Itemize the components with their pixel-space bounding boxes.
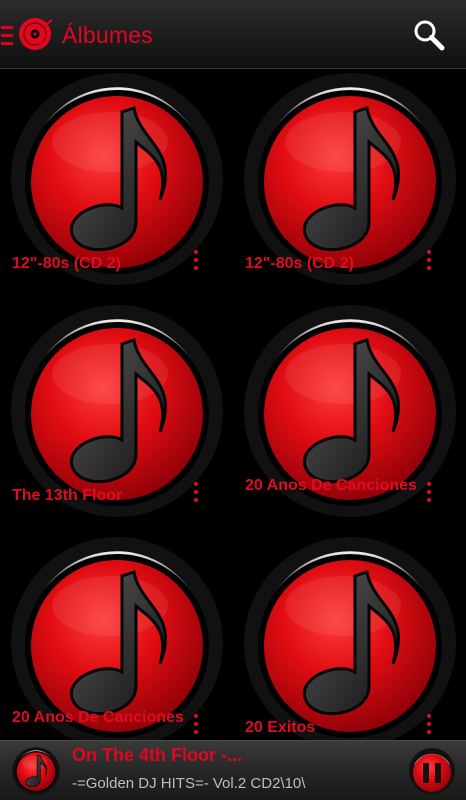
album-title: 12"-80s (CD 2) <box>245 255 354 272</box>
hamburger-menu-icon[interactable] <box>1 26 13 46</box>
more-options-icon[interactable] <box>423 482 435 508</box>
pause-icon[interactable] <box>408 747 456 795</box>
album-grid: 12"-80s (CD 2) 12"-80s (CD 2) The 13th F… <box>0 68 466 740</box>
album-tile[interactable]: 20 Exitos <box>233 532 466 764</box>
album-tile[interactable]: 20 Anos De Canciones <box>233 300 466 532</box>
album-tile[interactable]: 12"-80s (CD 2) <box>233 68 466 300</box>
album-title: The 13th Floor <box>12 487 123 504</box>
more-options-icon[interactable] <box>190 482 202 508</box>
album-title: 20 Anos De Canciones <box>12 709 184 726</box>
now-playing-subtitle: -=Golden DJ HITS=- Vol.2 CD2\10\ <box>72 775 306 792</box>
now-playing-art-icon[interactable] <box>12 747 60 795</box>
album-tile[interactable]: 12"-80s (CD 2) <box>0 68 233 300</box>
album-title: 12"-80s (CD 2) <box>12 255 121 272</box>
album-title: 20 Anos De Canciones <box>245 477 417 494</box>
more-options-icon[interactable] <box>423 250 435 276</box>
album-title: 20 Exitos <box>245 719 316 736</box>
page-title: Álbumes <box>62 22 153 48</box>
search-icon[interactable] <box>412 18 446 52</box>
now-playing-bar[interactable]: On The 4th Floor -... -=Golden DJ HITS=-… <box>0 740 466 800</box>
more-options-icon[interactable] <box>423 714 435 740</box>
more-options-icon[interactable] <box>190 714 202 740</box>
album-tile[interactable]: 20 Anos De Canciones <box>0 532 233 764</box>
now-playing-title: On The 4th Floor -... <box>72 745 242 765</box>
album-tile[interactable]: The 13th Floor <box>0 300 233 532</box>
top-app-bar: Álbumes <box>0 0 466 69</box>
app-window: Álbumes 12"-80s (CD 2) 12"-80s (CD 2) Th… <box>0 0 466 800</box>
more-options-icon[interactable] <box>190 250 202 276</box>
vinyl-disc-icon[interactable] <box>18 17 52 51</box>
